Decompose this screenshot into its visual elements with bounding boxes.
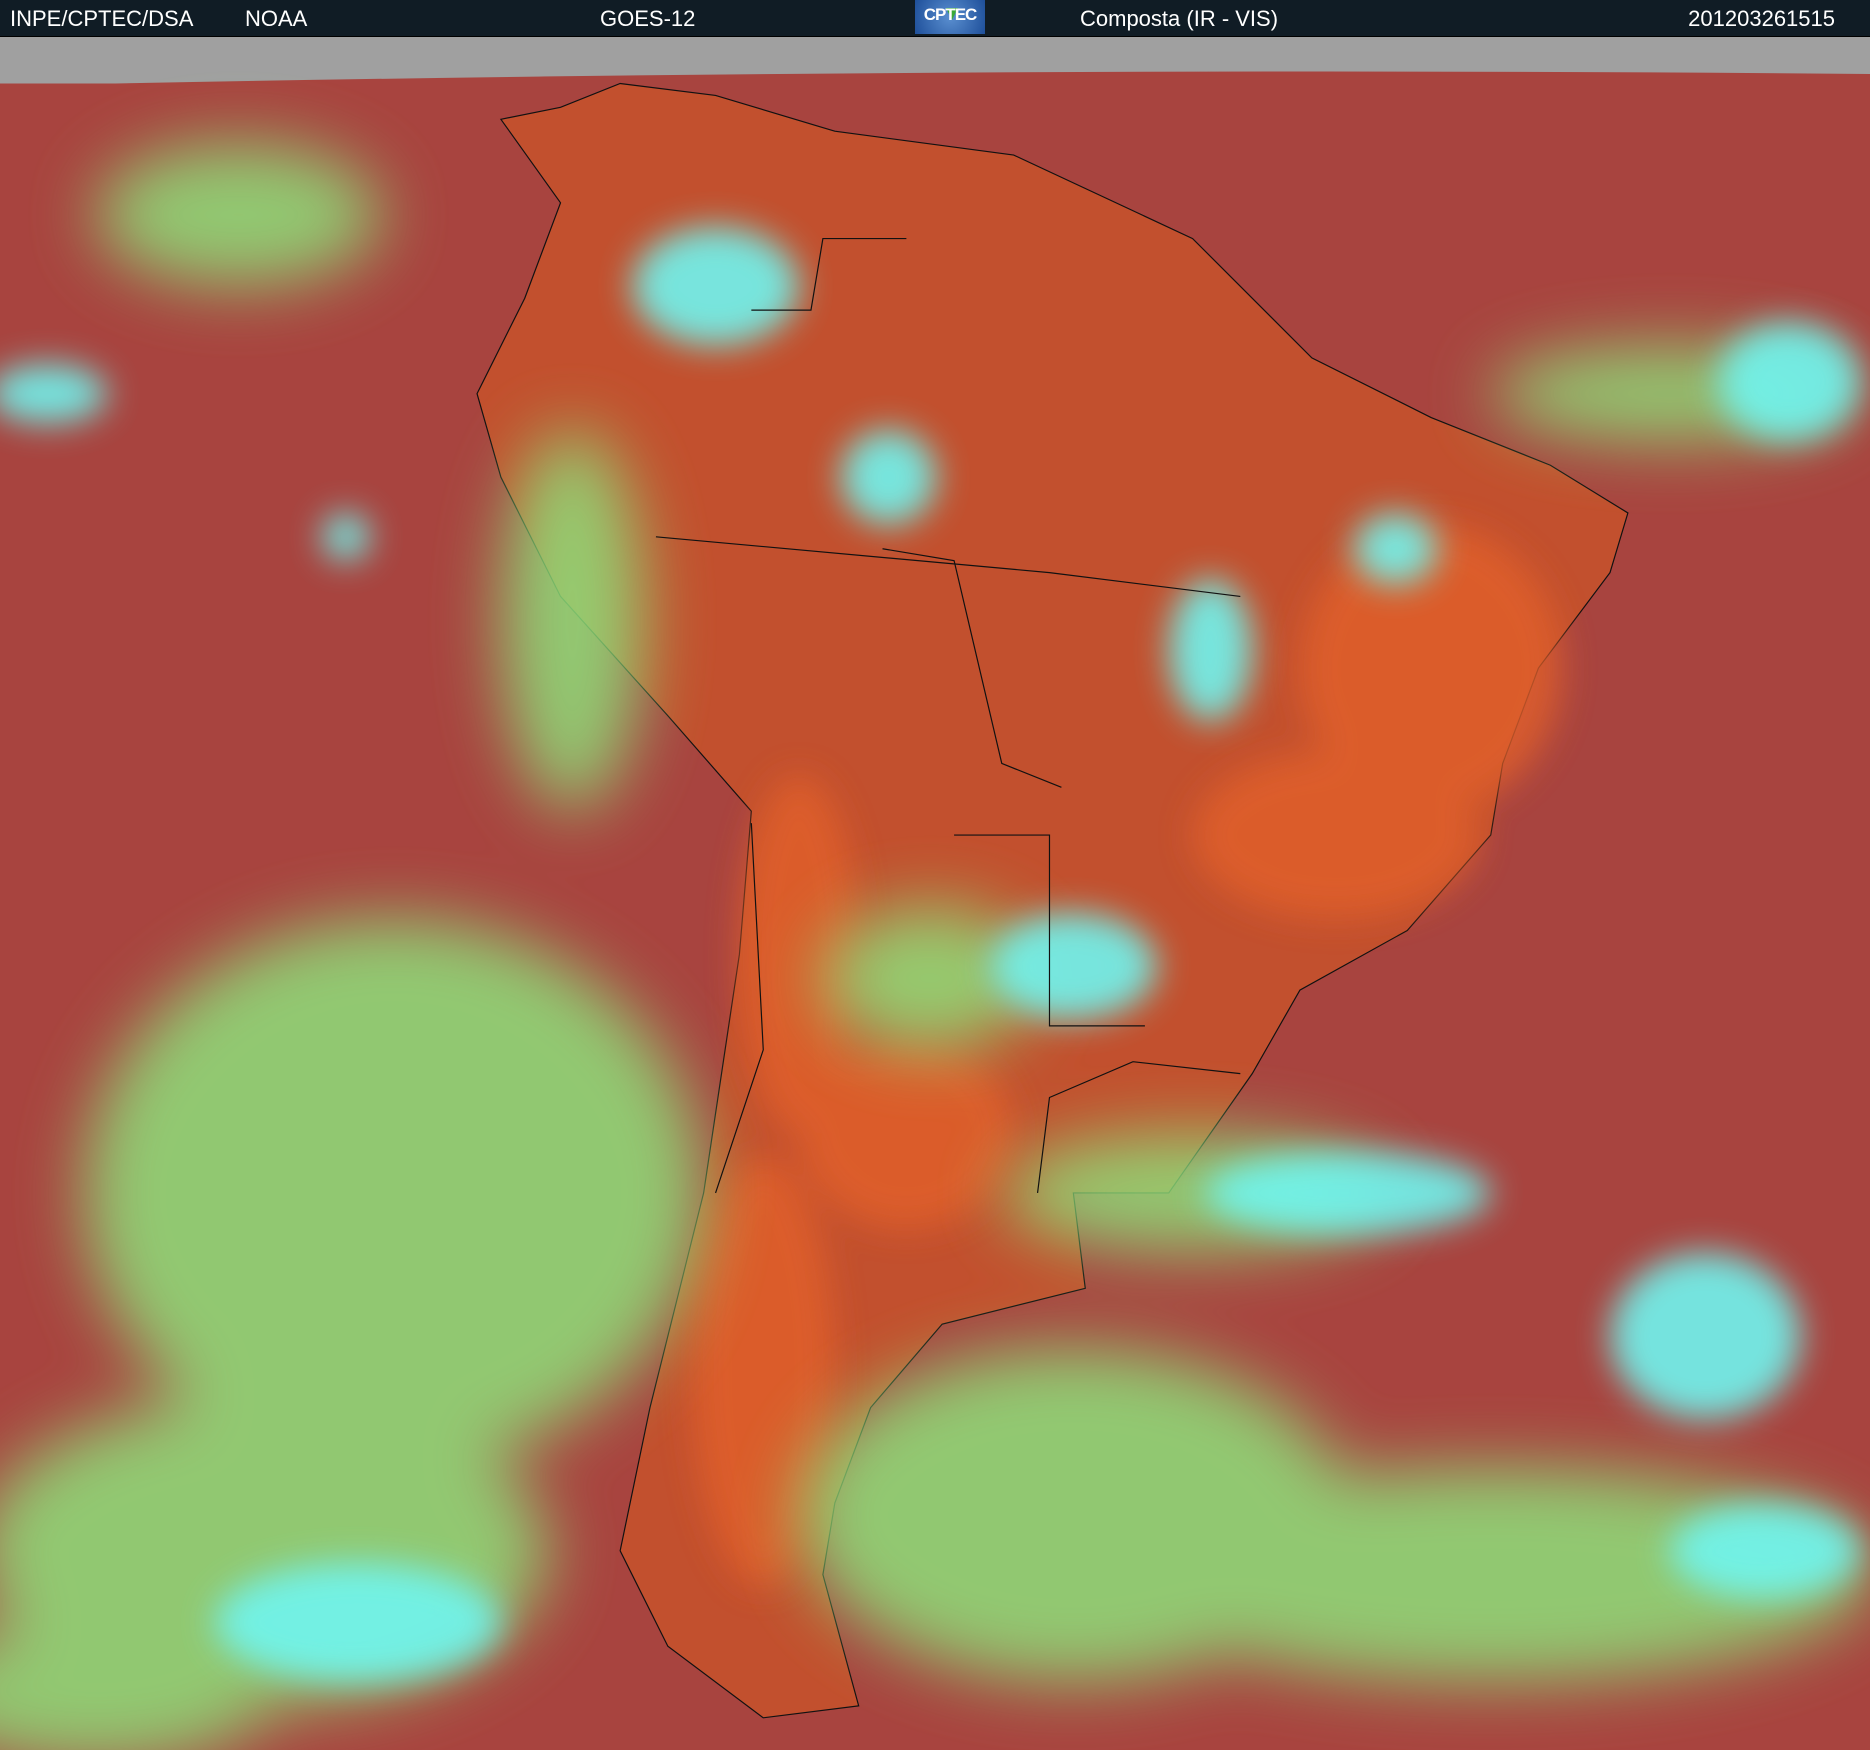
timestamp-label: 201203261515 <box>1688 6 1835 31</box>
source-label: NOAA <box>245 6 308 31</box>
image-header-bar: INPE/CPTEC/DSA NOAA GOES-12 CPTEC Compos… <box>0 0 1870 37</box>
satellite-label: GOES-12 <box>600 6 696 31</box>
cptec-logo: CPTEC <box>915 0 985 34</box>
product-label: Composta (IR - VIS) <box>1080 6 1279 31</box>
agency-label: INPE/CPTEC/DSA <box>10 6 194 31</box>
satellite-composite-image <box>0 35 1870 1750</box>
satellite-image-viewer: INPE/CPTEC/DSA NOAA GOES-12 CPTEC Compos… <box>0 0 1870 1750</box>
